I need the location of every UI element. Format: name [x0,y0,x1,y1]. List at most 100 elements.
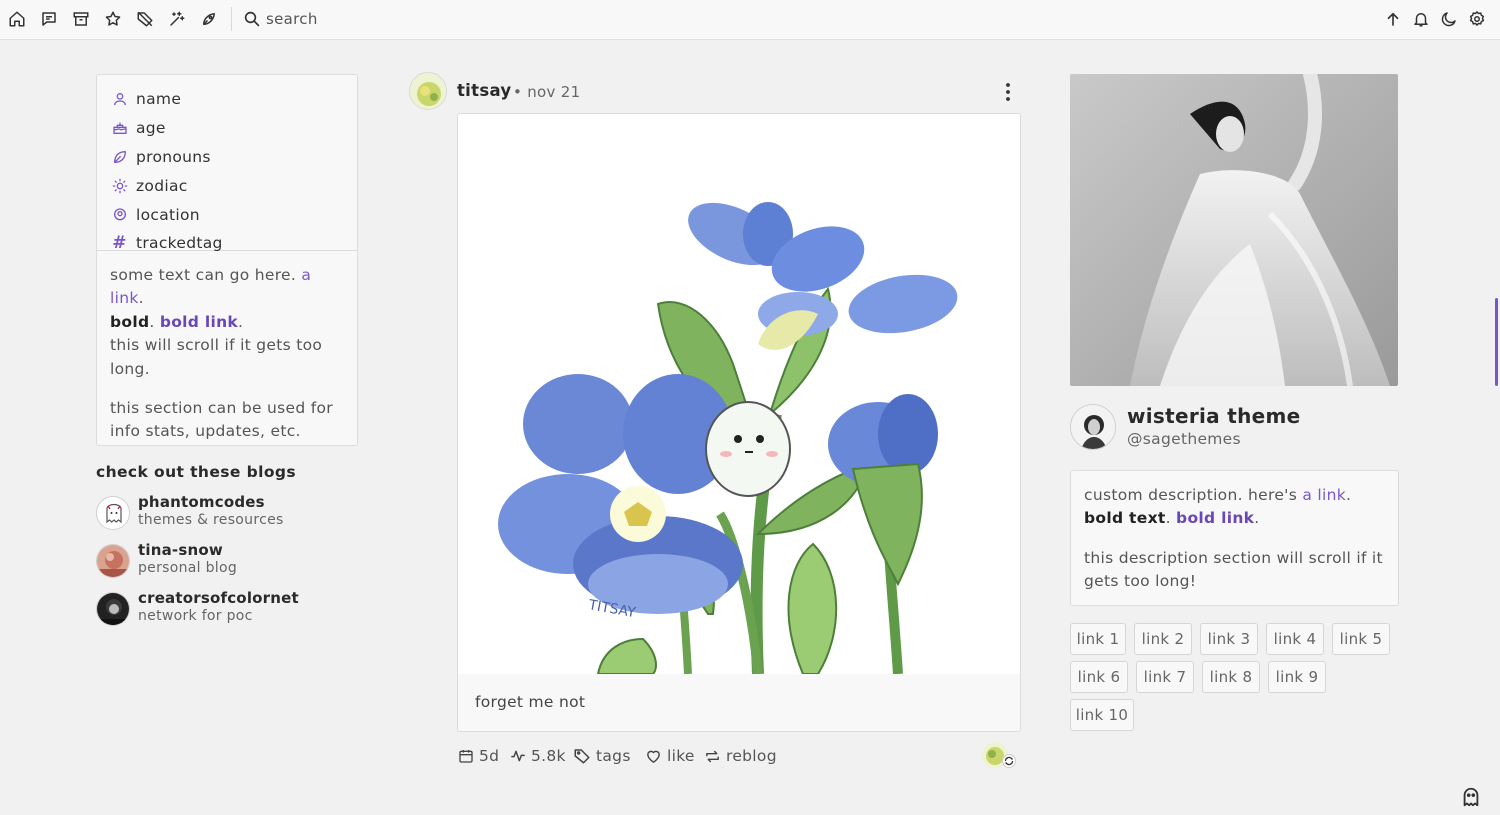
sun-icon [111,177,128,194]
blog-name[interactable]: creatorsofcolornet [138,589,299,607]
avatar [96,544,130,578]
search-box[interactable]: search [243,9,383,31]
desc-text-span: . [1345,486,1352,504]
leaf-icon [111,148,128,165]
nav-link-1[interactable]: link 1 [1070,623,1126,655]
blog-desc: network for poc [138,608,253,624]
desc-text-span: . [1165,509,1177,528]
info-card: name age pronouns zodiac location # trac… [96,74,358,446]
cake-icon [111,120,128,137]
post-username[interactable]: titsay [457,81,511,100]
nav-link-4[interactable]: link 4 [1266,623,1324,655]
reblog-badge-icon [1002,754,1016,768]
desc-text-span: custom description. here's [1084,486,1303,504]
search-icon [244,11,260,27]
search-input[interactable]: search [266,10,318,28]
info-row-location: location [111,200,357,229]
description-paragraph: this description section will scroll if … [1084,548,1383,591]
post-image[interactable]: TITSAY [458,114,1020,674]
user-icon [111,91,128,108]
post-notes[interactable]: 5.8k [510,746,566,766]
desc-bold-link[interactable]: bold link [1176,509,1254,527]
post-card: TITSAY forget me not [457,113,1021,732]
rocket-icon[interactable] [200,10,218,28]
info-text: some text can go here. a link. bold. bold… [97,251,357,444]
blog-desc: personal blog [138,560,238,576]
tag-icon [574,749,590,764]
desc-link[interactable]: a link [1302,486,1346,504]
blog-item[interactable]: tina-snow personal blog [96,541,356,582]
info-text-span: . [149,312,160,331]
post-avatar[interactable] [409,72,447,110]
profile-title: wisteria theme [1127,404,1301,428]
messages-icon[interactable] [40,10,58,28]
blog-desc: themes & resources [138,512,284,528]
profile-handle[interactable]: @sagethemes [1127,430,1241,448]
blog-item[interactable]: phantomcodes themes & resources [96,493,356,534]
like-label: like [667,747,695,765]
reblog-button[interactable]: reblog [704,746,777,766]
blogs-title: check out these blogs [96,463,296,481]
toolbar-divider [231,7,232,31]
avatar [96,496,130,530]
activity-icon [511,750,525,762]
sparkles-icon[interactable] [168,10,186,28]
star-icon[interactable] [104,10,122,28]
avatar [96,592,130,626]
profile-avatar[interactable] [1070,404,1116,450]
info-bold-link-text: bold link [159,312,239,331]
gear-icon[interactable] [1468,10,1486,28]
blog-name[interactable]: tina-snow [138,541,223,559]
heart-icon [647,750,660,763]
top-bar: search [0,0,1500,40]
calendar-icon [459,750,473,763]
nav-link-7[interactable]: link 7 [1136,661,1194,693]
nav-link-3[interactable]: link 3 [1200,623,1258,655]
description-text: custom description. here's a link. bold … [1071,471,1398,594]
nav-link-8[interactable]: link 8 [1202,661,1260,693]
info-row-zodiac: zodiac [111,171,357,200]
tag-off-icon[interactable] [136,10,154,28]
arrow-up-icon[interactable] [1384,10,1402,28]
tags-label: tags [596,747,631,765]
info-text-span: this will scroll if it gets too long. [110,336,323,378]
blog-item[interactable]: creatorsofcolornet network for poc [96,589,356,630]
info-text-span: . [138,289,144,308]
nav-link-9[interactable]: link 9 [1268,661,1326,693]
info-label: location [136,205,200,224]
info-bold: bold [110,312,150,331]
info-label: name [136,90,182,109]
info-row-name: name [111,85,357,114]
info-bold-link[interactable]: bold link [160,313,238,331]
desc-bold-link-text: bold link [1176,509,1255,528]
desc-text-span: . [1254,509,1260,528]
moon-icon[interactable] [1440,10,1458,28]
info-row-pronouns: pronouns [111,143,357,172]
bell-icon[interactable] [1412,10,1430,28]
archive-icon[interactable] [72,10,90,28]
info-label: zodiac [136,176,188,195]
nav-link-2[interactable]: link 2 [1134,623,1192,655]
info-row-age: age [111,114,357,143]
pin-icon [111,206,128,223]
info-text-span: . [238,312,244,331]
info-text-span: some text can go here. [110,266,302,284]
info-label: age [136,119,166,138]
nav-link-10[interactable]: link 10 [1070,699,1134,731]
like-button[interactable]: like [645,746,695,766]
more-options-icon[interactable] [1000,81,1016,103]
tags-button[interactable]: tags [573,746,631,766]
home-icon[interactable] [8,10,26,28]
description-card: custom description. here's a link. bold … [1070,470,1399,606]
header-image [1070,74,1398,386]
reblog-label: reblog [726,747,777,765]
nav-link-5[interactable]: link 5 [1332,623,1390,655]
scrollbar-thumb[interactable] [1495,298,1498,386]
nav-link-6[interactable]: link 6 [1070,661,1128,693]
desc-bold: bold text [1084,509,1166,528]
blog-name[interactable]: phantomcodes [138,493,265,511]
ghost-icon[interactable] [1460,786,1482,808]
post-age-text: 5d [479,747,500,765]
hash-icon: # [112,233,127,254]
info-list: name age pronouns zodiac location # trac… [97,75,357,254]
